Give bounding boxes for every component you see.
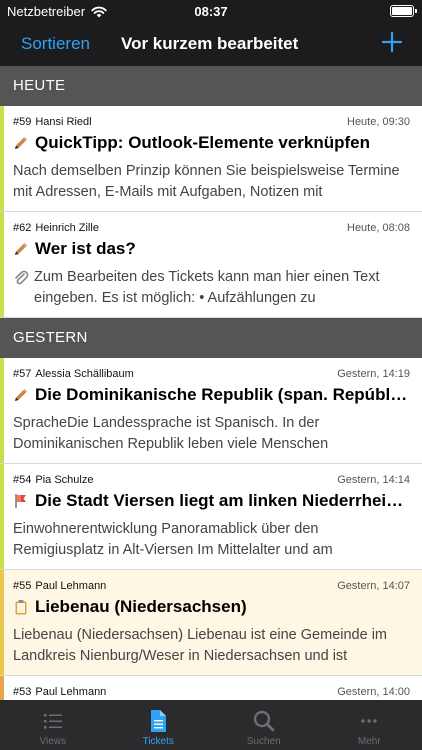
tab-label: Mehr [357, 736, 381, 747]
status-stripe [0, 464, 4, 569]
page-title: Vor kurzem bearbeitet [121, 34, 299, 53]
pencil-icon [15, 137, 27, 149]
status-time: 08:37 [194, 4, 228, 19]
ticket-timestamp: Gestern, 14:00 [337, 686, 410, 698]
ticket-number: #54 [13, 474, 32, 486]
ticket-number: #57 [13, 368, 32, 380]
tab-bar: Views Tickets Suchen Mehr [0, 700, 422, 750]
ticket-author: Alessia Schällibaum [35, 368, 134, 380]
ticket-timestamp: Gestern, 14:19 [337, 368, 410, 380]
ticket-description: Liebenau (Niedersachsen) Liebenau ist ei… [13, 627, 388, 664]
ticket-number: #59 [13, 116, 32, 128]
tab-label: Suchen [246, 736, 281, 747]
pencil-icon [15, 389, 27, 401]
status-stripe [0, 106, 4, 211]
status-stripe [0, 676, 4, 700]
list-icon [43, 714, 62, 729]
ticket-number: #53 [13, 686, 32, 698]
status-stripe [0, 212, 4, 317]
paperclip-icon [15, 270, 29, 285]
tab-label: Tickets [142, 736, 174, 747]
more-icon [361, 719, 377, 723]
ticket-title: Wer ist das? [35, 239, 136, 258]
ticket-number: #55 [13, 580, 32, 592]
section-header-yesterday: GESTERN [0, 318, 422, 358]
ticket-row[interactable]: #54 Pia Schulze Gestern, 14:14 Die Stadt … [0, 464, 422, 570]
battery-icon [390, 5, 417, 17]
document-icon [151, 710, 167, 732]
ticket-timestamp: Gestern, 14:14 [337, 474, 410, 486]
ticket-row[interactable]: #59 Hansi Riedl Heute, 09:30 QuickTipp: O… [0, 106, 422, 212]
ticket-list[interactable]: HEUTE #59 Hansi Riedl Heute, 09:30 QuickT… [0, 66, 422, 700]
sort-button[interactable]: Sortieren [21, 34, 90, 54]
ticket-author: Pia Schulze [35, 474, 94, 486]
ticket-row[interactable]: #62 Heinrich Zille Heute, 08:08 Wer ist d… [0, 212, 422, 318]
ticket-title: QuickTipp: Outlook-Elemente verknüpfen [35, 133, 371, 152]
tab-label: Views [39, 736, 67, 747]
ticket-row[interactable]: #53 Paul Lehmann Gestern, 14:00 [0, 676, 422, 700]
ticket-title: Die Dominikanische Republik (span. Repúb… [35, 385, 410, 404]
ticket-row[interactable]: #55 Paul Lehmann Gestern, 14:07 Liebenau … [0, 570, 422, 676]
ticket-description: Einwohnerentwicklung Panoramablick über … [13, 521, 333, 558]
pencil-icon [15, 243, 27, 255]
status-bar: Netzbetreiber 08:37 [0, 0, 422, 24]
tab-tickets[interactable]: Tickets [106, 700, 212, 750]
ticket-description: SpracheDie Landessprache ist Spanisch. I… [13, 415, 329, 452]
tab-views[interactable]: Views [0, 700, 106, 750]
ticket-title: Liebenau (Niedersachsen) [35, 597, 247, 616]
navigation-bar: Sortieren Vor kurzem bearbeitet [0, 24, 422, 66]
status-stripe [0, 570, 4, 675]
ticket-description: Nach demselben Prinzip können Sie beispi… [13, 163, 400, 200]
tab-search[interactable]: Suchen [211, 700, 317, 750]
search-icon [253, 710, 275, 732]
ticket-timestamp: Gestern, 14:07 [337, 580, 410, 592]
section-header-today: HEUTE [0, 66, 422, 106]
ticket-timestamp: Heute, 08:08 [347, 222, 410, 234]
flag-icon [15, 494, 26, 508]
status-stripe [0, 358, 4, 463]
ticket-title: Die Stadt Viersen liegt am linken Nieder… [35, 491, 404, 510]
add-icon[interactable] [382, 32, 402, 52]
tab-more[interactable]: Mehr [317, 700, 422, 750]
ticket-author: Paul Lehmann [35, 580, 107, 592]
ticket-author: Heinrich Zille [35, 222, 99, 234]
ticket-row[interactable]: #57 Alessia Schällibaum Gestern, 14:19 Di… [0, 358, 422, 464]
ticket-author: Hansi Riedl [35, 116, 92, 128]
ticket-number: #62 [13, 222, 32, 234]
ticket-timestamp: Heute, 09:30 [347, 116, 410, 128]
clipboard-icon [15, 600, 27, 615]
ticket-description: Zum Bearbeiten des Tickets kann man hier… [34, 269, 380, 306]
ticket-author: Paul Lehmann [35, 686, 107, 698]
